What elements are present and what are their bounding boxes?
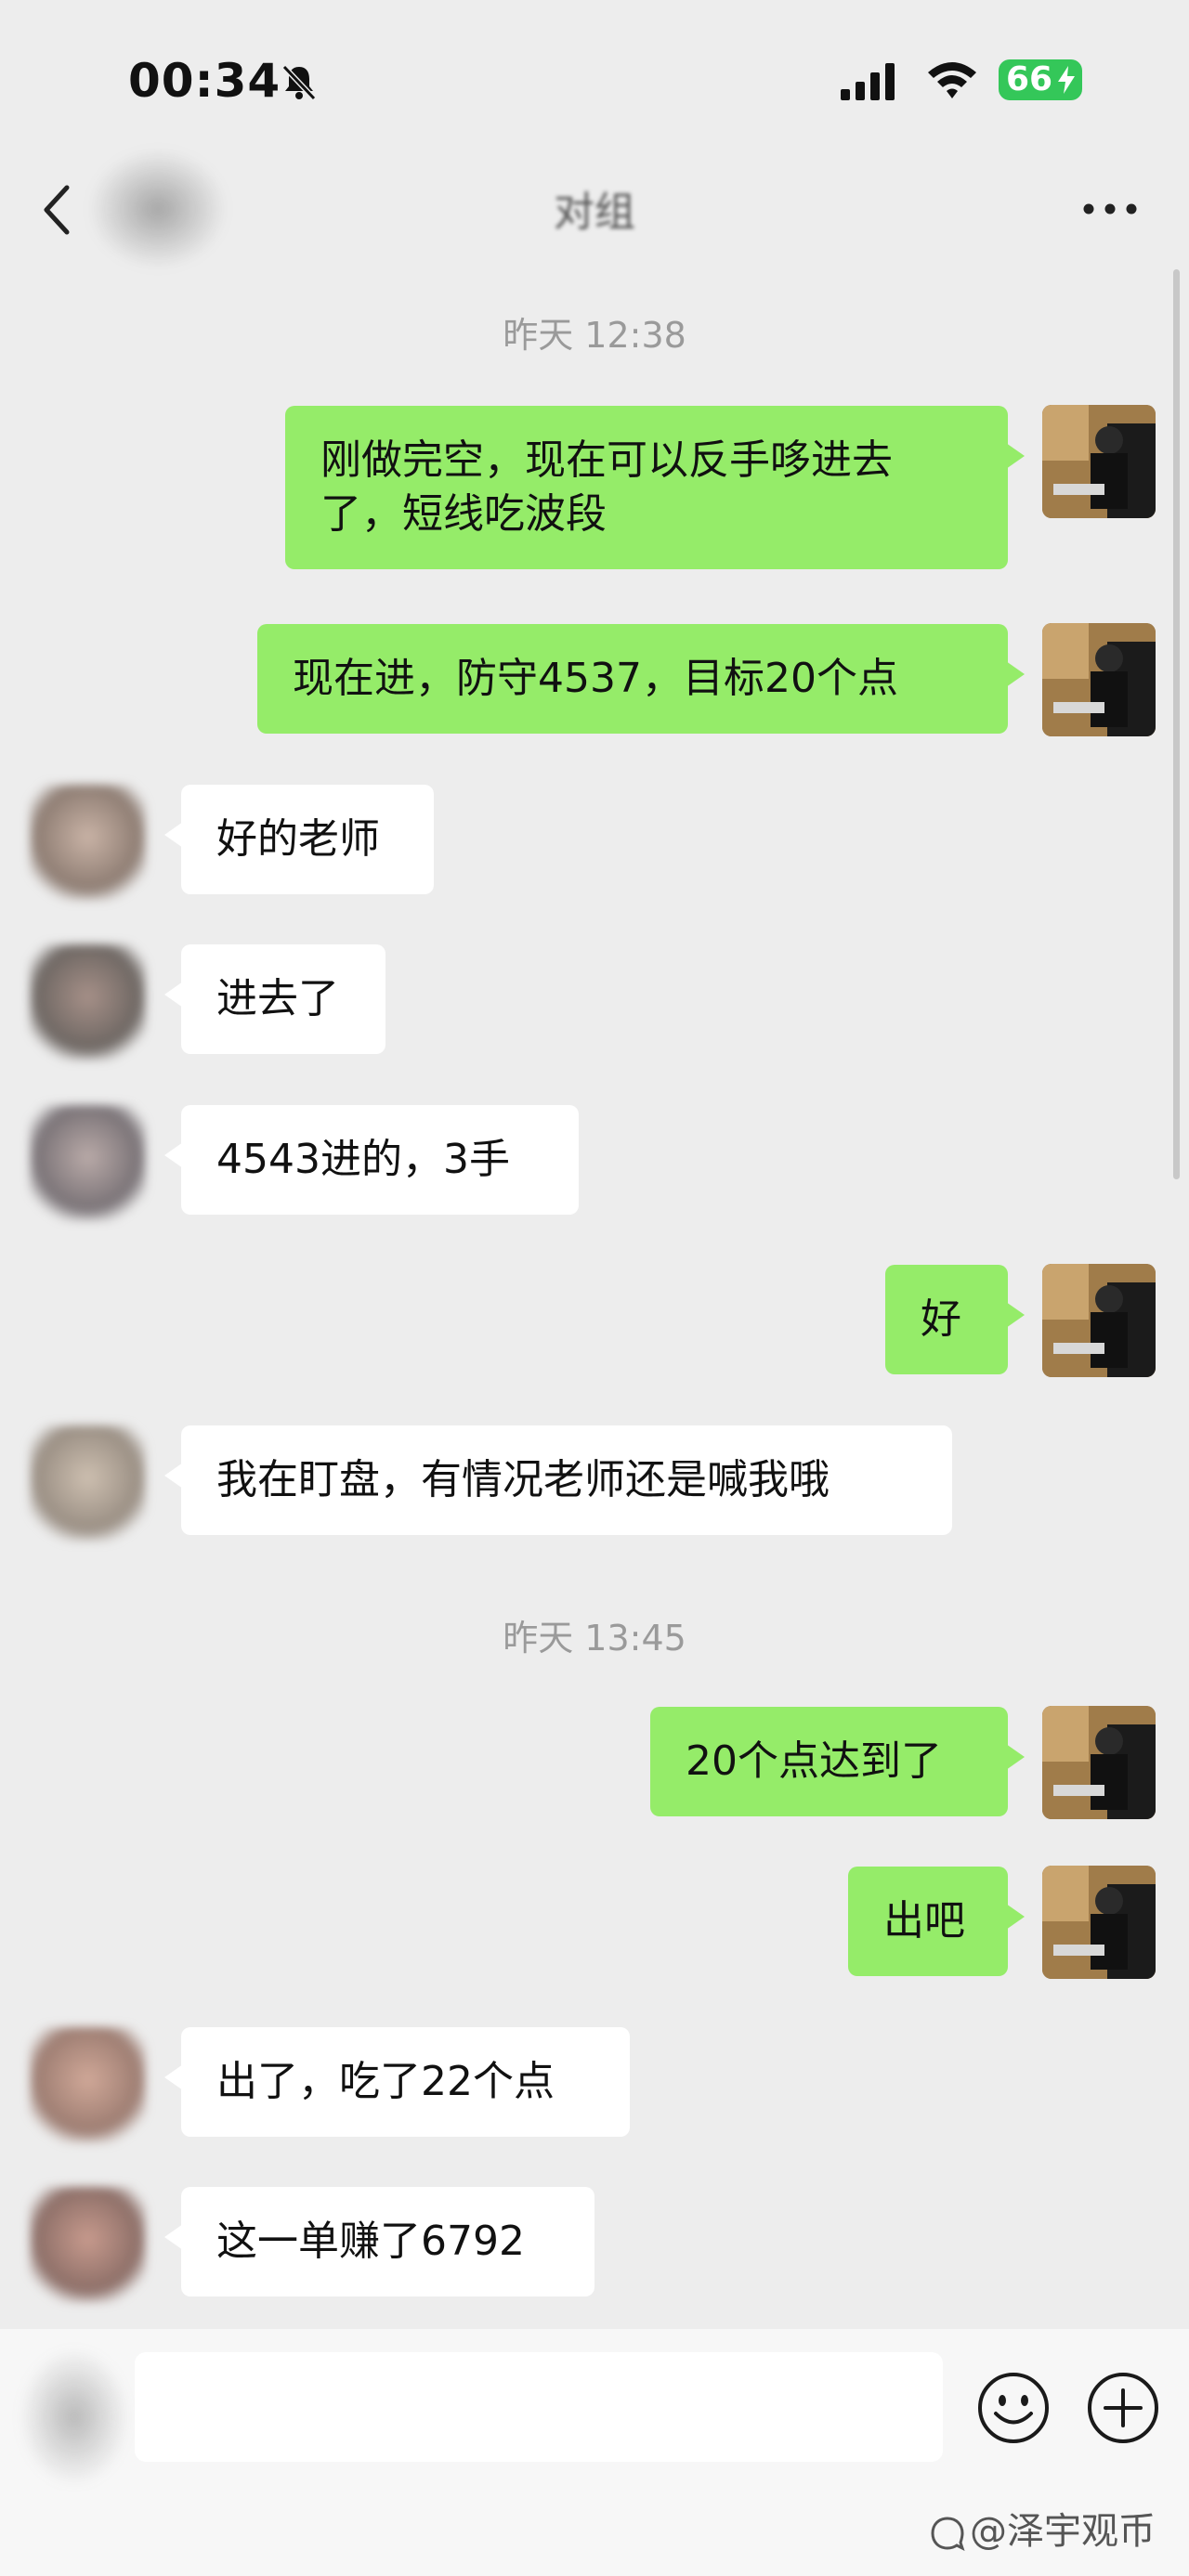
avatar[interactable] (30, 2187, 146, 2303)
avatar[interactable] (30, 2027, 146, 2143)
message-bubble-received[interactable]: 出了，吃了22个点 (164, 2027, 630, 2137)
avatar[interactable] (30, 1425, 146, 1542)
charging-bolt-icon (1058, 66, 1075, 94)
message-bubble-received[interactable]: 4543进的，3手 (164, 1105, 579, 1215)
bell-muted-icon (281, 64, 317, 101)
message-bubble-received[interactable]: 我在盯盘，有情况老师还是喊我哦 (164, 1425, 952, 1535)
wifi-icon (928, 62, 976, 98)
plus-icon[interactable] (1085, 2370, 1161, 2446)
message-bubble-received[interactable]: 这一单赚了6792 (164, 2187, 594, 2296)
avatar[interactable] (1042, 405, 1156, 518)
signal-icon (841, 63, 895, 100)
message-input[interactable] (135, 2352, 943, 2462)
avatar[interactable] (30, 944, 146, 1060)
avatar[interactable] (30, 785, 146, 901)
message-bubble-received[interactable]: 进去了 (164, 944, 385, 1054)
battery-icon: 66 (999, 59, 1082, 100)
message-timestamp: 昨天 13:45 (503, 1618, 686, 1659)
status-bar: 00:34 66 (0, 0, 1189, 139)
blurred-contact-area (88, 149, 228, 269)
chat-header: 对组 (0, 139, 1189, 279)
avatar[interactable] (1042, 1264, 1156, 1377)
zhihu-logo-icon (931, 2517, 965, 2551)
avatar[interactable] (1042, 1706, 1156, 1819)
input-bar: @泽宇观币 (0, 2329, 1189, 2576)
message-timestamp: 昨天 12:38 (503, 315, 686, 356)
voice-button[interactable] (19, 2348, 130, 2487)
message-bubble-sent[interactable]: 20个点达到了 (650, 1707, 1025, 1816)
message-bubble-sent[interactable]: 刚做完空，现在可以反手哆进去了，短线吃波段 (285, 406, 1025, 569)
message-bubble-sent[interactable]: 现在进，防守4537，目标20个点 (257, 624, 1025, 734)
more-icon[interactable] (1078, 195, 1143, 223)
scrollbar[interactable] (1173, 269, 1180, 1179)
message-bubble-sent[interactable]: 出吧 (848, 1867, 1025, 1976)
battery-level: 66 (1006, 60, 1053, 98)
message-bubble-sent[interactable]: 好 (885, 1265, 1025, 1374)
message-bubble-received[interactable]: 好的老师 (164, 785, 434, 894)
watermark: @泽宇观币 (929, 2501, 1156, 2555)
avatar[interactable] (30, 1105, 146, 1221)
emoji-icon[interactable] (975, 2370, 1052, 2446)
avatar[interactable] (1042, 1866, 1156, 1979)
status-time: 00:34 (128, 54, 281, 108)
watermark-text: @泽宇观币 (970, 2510, 1156, 2553)
back-icon[interactable] (37, 180, 78, 240)
avatar[interactable] (1042, 623, 1156, 736)
chat-title: 对组 (554, 189, 635, 236)
